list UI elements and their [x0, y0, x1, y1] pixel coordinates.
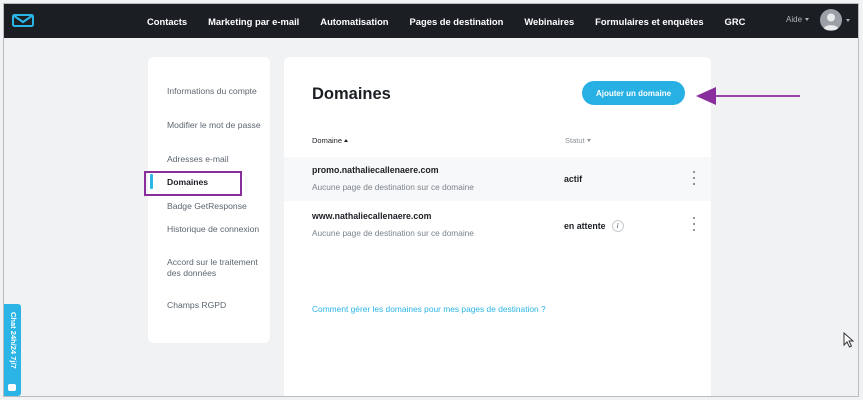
sort-icon	[586, 139, 591, 142]
sidebar-item-data-processing-agreement[interactable]: Accord sur le traitement des données	[167, 257, 262, 279]
column-header-domain-label: Domaine	[312, 136, 343, 145]
app-window: Contacts Marketing par e-mail Automatisa…	[3, 3, 859, 397]
mouse-cursor-icon	[843, 332, 855, 348]
nav-automation[interactable]: Automatisation	[320, 16, 388, 27]
help-menu[interactable]: Aide	[786, 15, 810, 24]
nav-forms-surveys[interactable]: Formulaires et enquêtes	[595, 16, 703, 27]
chevron-down-icon	[805, 18, 810, 21]
chat-tab[interactable]: Chat 24h/24 7j/7	[4, 304, 21, 396]
info-icon[interactable]: i	[611, 220, 624, 232]
status-label: en attente	[564, 221, 606, 231]
domain-subtitle: Aucune page de destination sur ce domain…	[312, 228, 474, 238]
arrow-annotation-icon	[696, 87, 800, 105]
main-nav: Contacts Marketing par e-mail Automatisa…	[147, 4, 766, 38]
table-row[interactable]: promo.nathaliecallenaere.com Aucune page…	[284, 157, 711, 201]
kebab-menu-icon[interactable]	[692, 217, 696, 231]
page-title: Domaines	[312, 85, 391, 103]
settings-sidebar: Informations du compte Modifier le mot d…	[148, 57, 270, 343]
status-value: en attente i	[564, 220, 624, 232]
annotation-highlight-box	[144, 171, 242, 196]
domain-name: promo.nathaliecallenaere.com	[312, 165, 439, 175]
chat-label: Chat 24h/24 7j/7	[9, 312, 18, 369]
top-navigation-bar: Contacts Marketing par e-mail Automatisa…	[4, 4, 858, 38]
chevron-down-icon[interactable]	[846, 19, 850, 22]
sidebar-item-getresponse-badge[interactable]: Badge GetResponse	[167, 201, 262, 212]
sidebar-item-email-addresses[interactable]: Adresses e-mail	[167, 154, 262, 165]
help-link[interactable]: Comment gérer les domaines pour mes page…	[312, 304, 546, 314]
nav-webinars[interactable]: Webinaires	[524, 16, 574, 27]
sidebar-item-gdpr-fields[interactable]: Champs RGPD	[167, 300, 262, 311]
chat-icon	[8, 384, 16, 391]
nav-email-marketing[interactable]: Marketing par e-mail	[208, 16, 299, 27]
column-header-domain[interactable]: Domaine	[312, 136, 349, 145]
table-row[interactable]: www.nathaliecallenaere.com Aucune page d…	[284, 203, 711, 247]
avatar-icon[interactable]	[820, 9, 842, 31]
domains-panel: Domaines Ajouter un domaine Domaine Stat…	[284, 57, 711, 396]
kebab-menu-icon[interactable]	[692, 171, 696, 185]
domain-subtitle: Aucune page de destination sur ce domain…	[312, 182, 474, 192]
sidebar-item-login-history[interactable]: Historique de connexion	[167, 224, 262, 235]
help-label: Aide	[786, 15, 803, 24]
sidebar-item-change-password[interactable]: Modifier le mot de passe	[167, 120, 262, 131]
envelope-logo-icon[interactable]	[12, 11, 34, 29]
nav-crm[interactable]: GRC	[725, 16, 746, 27]
add-domain-button[interactable]: Ajouter un domaine	[582, 81, 685, 105]
domain-name: www.nathaliecallenaere.com	[312, 211, 432, 221]
sidebar-item-account-info[interactable]: Informations du compte	[167, 86, 262, 97]
nav-landing-pages[interactable]: Pages de destination	[410, 16, 504, 27]
column-header-status-label: Statut	[565, 136, 585, 145]
nav-contacts[interactable]: Contacts	[147, 16, 187, 27]
sort-ascending-icon	[344, 139, 349, 142]
column-header-status[interactable]: Statut	[565, 136, 591, 145]
status-value: actif	[564, 174, 582, 184]
status-label: actif	[564, 174, 583, 184]
